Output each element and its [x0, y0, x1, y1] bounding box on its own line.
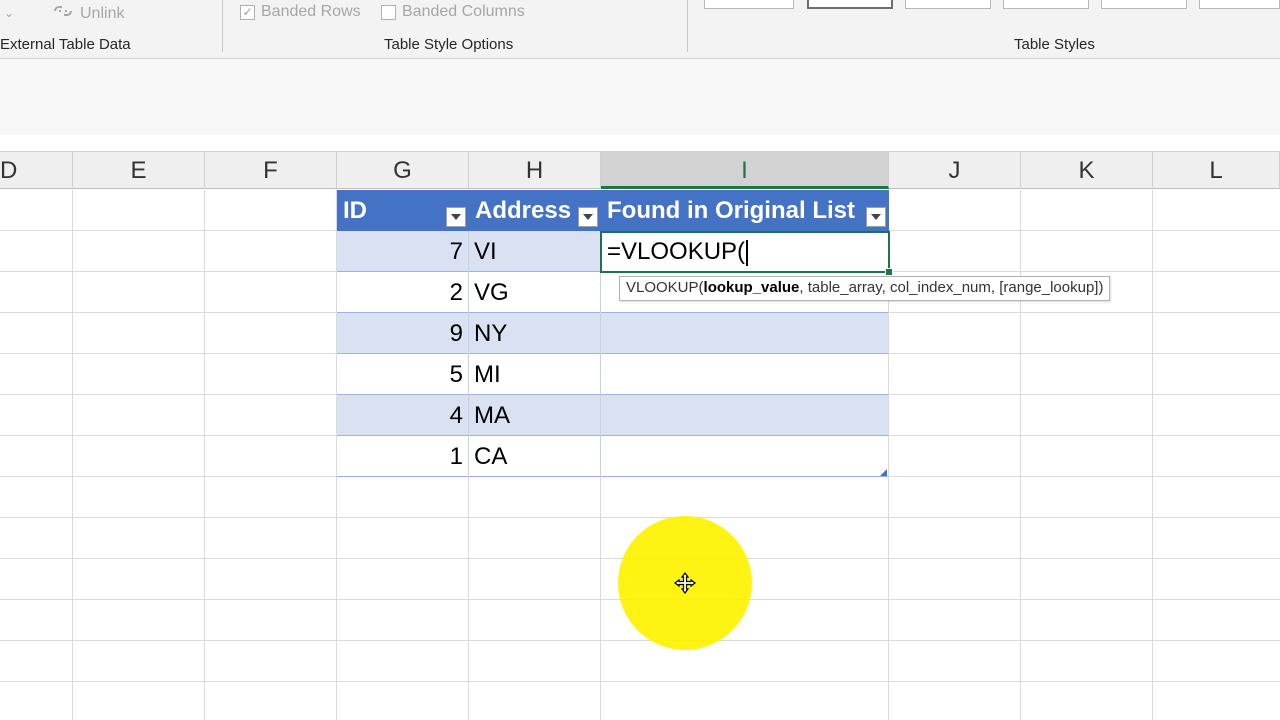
banded-columns-label: Banded Columns	[402, 3, 525, 20]
column-header-f[interactable]: F	[205, 152, 337, 189]
text-caret	[746, 239, 749, 266]
column-header-h[interactable]: H	[469, 152, 601, 189]
chevron-down-icon[interactable]: ⌄	[4, 6, 14, 20]
column-header-e[interactable]: E	[73, 152, 205, 189]
cell-address[interactable]: MI	[469, 354, 600, 395]
column-header-i[interactable]: I	[601, 152, 889, 189]
banded-rows-label: Banded Rows	[261, 3, 361, 20]
filter-dropdown-icon[interactable]	[446, 207, 466, 227]
group-label-external-table-data: External Table Data	[0, 36, 131, 53]
group-divider	[687, 0, 688, 52]
column-header-g[interactable]: G	[337, 152, 469, 189]
cell-address[interactable]: CA	[469, 436, 600, 477]
spacer	[0, 135, 1280, 151]
table-style-thumb[interactable]	[704, 0, 794, 9]
table-row[interactable]: 5 MI	[337, 354, 888, 395]
formula-bar-area	[0, 59, 1280, 136]
cell-address[interactable]: MA	[469, 395, 600, 436]
table-style-thumb[interactable]	[905, 0, 991, 9]
formula-text: =VLOOKUP(	[607, 238, 746, 265]
table-resize-handle[interactable]	[880, 469, 887, 476]
cell-divider	[600, 436, 601, 477]
check-icon: ✓	[240, 4, 255, 20]
cell-id[interactable]: 1	[337, 436, 468, 477]
column-header-l[interactable]: L	[1153, 152, 1280, 189]
cell-id[interactable]: 2	[337, 272, 468, 313]
header-label: Found in Original List	[607, 197, 855, 224]
group-label-table-styles: Table Styles	[1014, 36, 1095, 53]
column-header-k[interactable]: K	[1021, 152, 1153, 189]
table-row[interactable]: 4 MA	[337, 395, 888, 436]
group-label-table-style-options: Table Style Options	[384, 36, 514, 53]
group-divider	[222, 0, 223, 52]
header-label: Address	[475, 197, 572, 224]
cell-address[interactable]: NY	[469, 313, 600, 354]
cell-id[interactable]: 7	[337, 231, 468, 272]
column-header-j[interactable]: J	[889, 152, 1021, 189]
ribbon: Unlink ⌄ External Table Data ✓ Banded Ro…	[0, 0, 1280, 59]
move-cursor-icon	[674, 572, 696, 594]
cell-id[interactable]: 9	[337, 313, 468, 354]
unlink-icon	[52, 3, 74, 24]
cell-address[interactable]: VG	[469, 272, 600, 313]
fill-handle[interactable]	[885, 268, 893, 276]
column-header-d[interactable]: D	[0, 152, 73, 189]
gridline	[0, 681, 1280, 682]
cell-divider	[600, 272, 601, 313]
unlink-button[interactable]: Unlink	[52, 3, 124, 24]
tooltip-function-name: VLOOKUP(	[626, 279, 704, 296]
tooltip-remaining-arguments: , table_array, col_index_num, [range_loo…	[799, 279, 1104, 296]
table-style-thumb[interactable]	[1199, 0, 1280, 9]
column-headers: D E F G H I J K L	[0, 151, 1280, 189]
cell-divider	[600, 395, 601, 436]
cell-divider	[600, 313, 601, 354]
gridline	[0, 517, 1280, 518]
table-style-thumb[interactable]	[1101, 0, 1187, 9]
function-tooltip[interactable]: VLOOKUP(lookup_value, table_array, col_i…	[619, 276, 1111, 301]
cell-address[interactable]: VI	[469, 231, 600, 272]
cell-divider	[600, 354, 601, 395]
active-cell-editor[interactable]: =VLOOKUP(	[600, 231, 890, 273]
table-row[interactable]: 1 CA	[337, 436, 888, 477]
table-style-thumb[interactable]	[1003, 0, 1089, 9]
filter-dropdown-icon[interactable]	[866, 207, 886, 227]
table-row[interactable]: 9 NY	[337, 313, 888, 354]
filter-dropdown-icon[interactable]	[578, 207, 598, 227]
banded-rows-checkbox[interactable]: ✓ Banded Rows	[240, 3, 361, 21]
cell-id[interactable]: 4	[337, 395, 468, 436]
banded-columns-checkbox[interactable]: Banded Columns	[381, 3, 525, 21]
cell-id[interactable]: 5	[337, 354, 468, 395]
checkbox-box	[381, 4, 396, 20]
table-style-thumb-selected[interactable]	[807, 0, 893, 9]
header-label: ID	[343, 197, 367, 224]
unlink-label: Unlink	[80, 4, 125, 22]
table-header-found[interactable]: Found in Original List	[601, 190, 889, 231]
tooltip-current-argument[interactable]: lookup_value	[704, 279, 800, 296]
gridline	[0, 640, 1280, 641]
